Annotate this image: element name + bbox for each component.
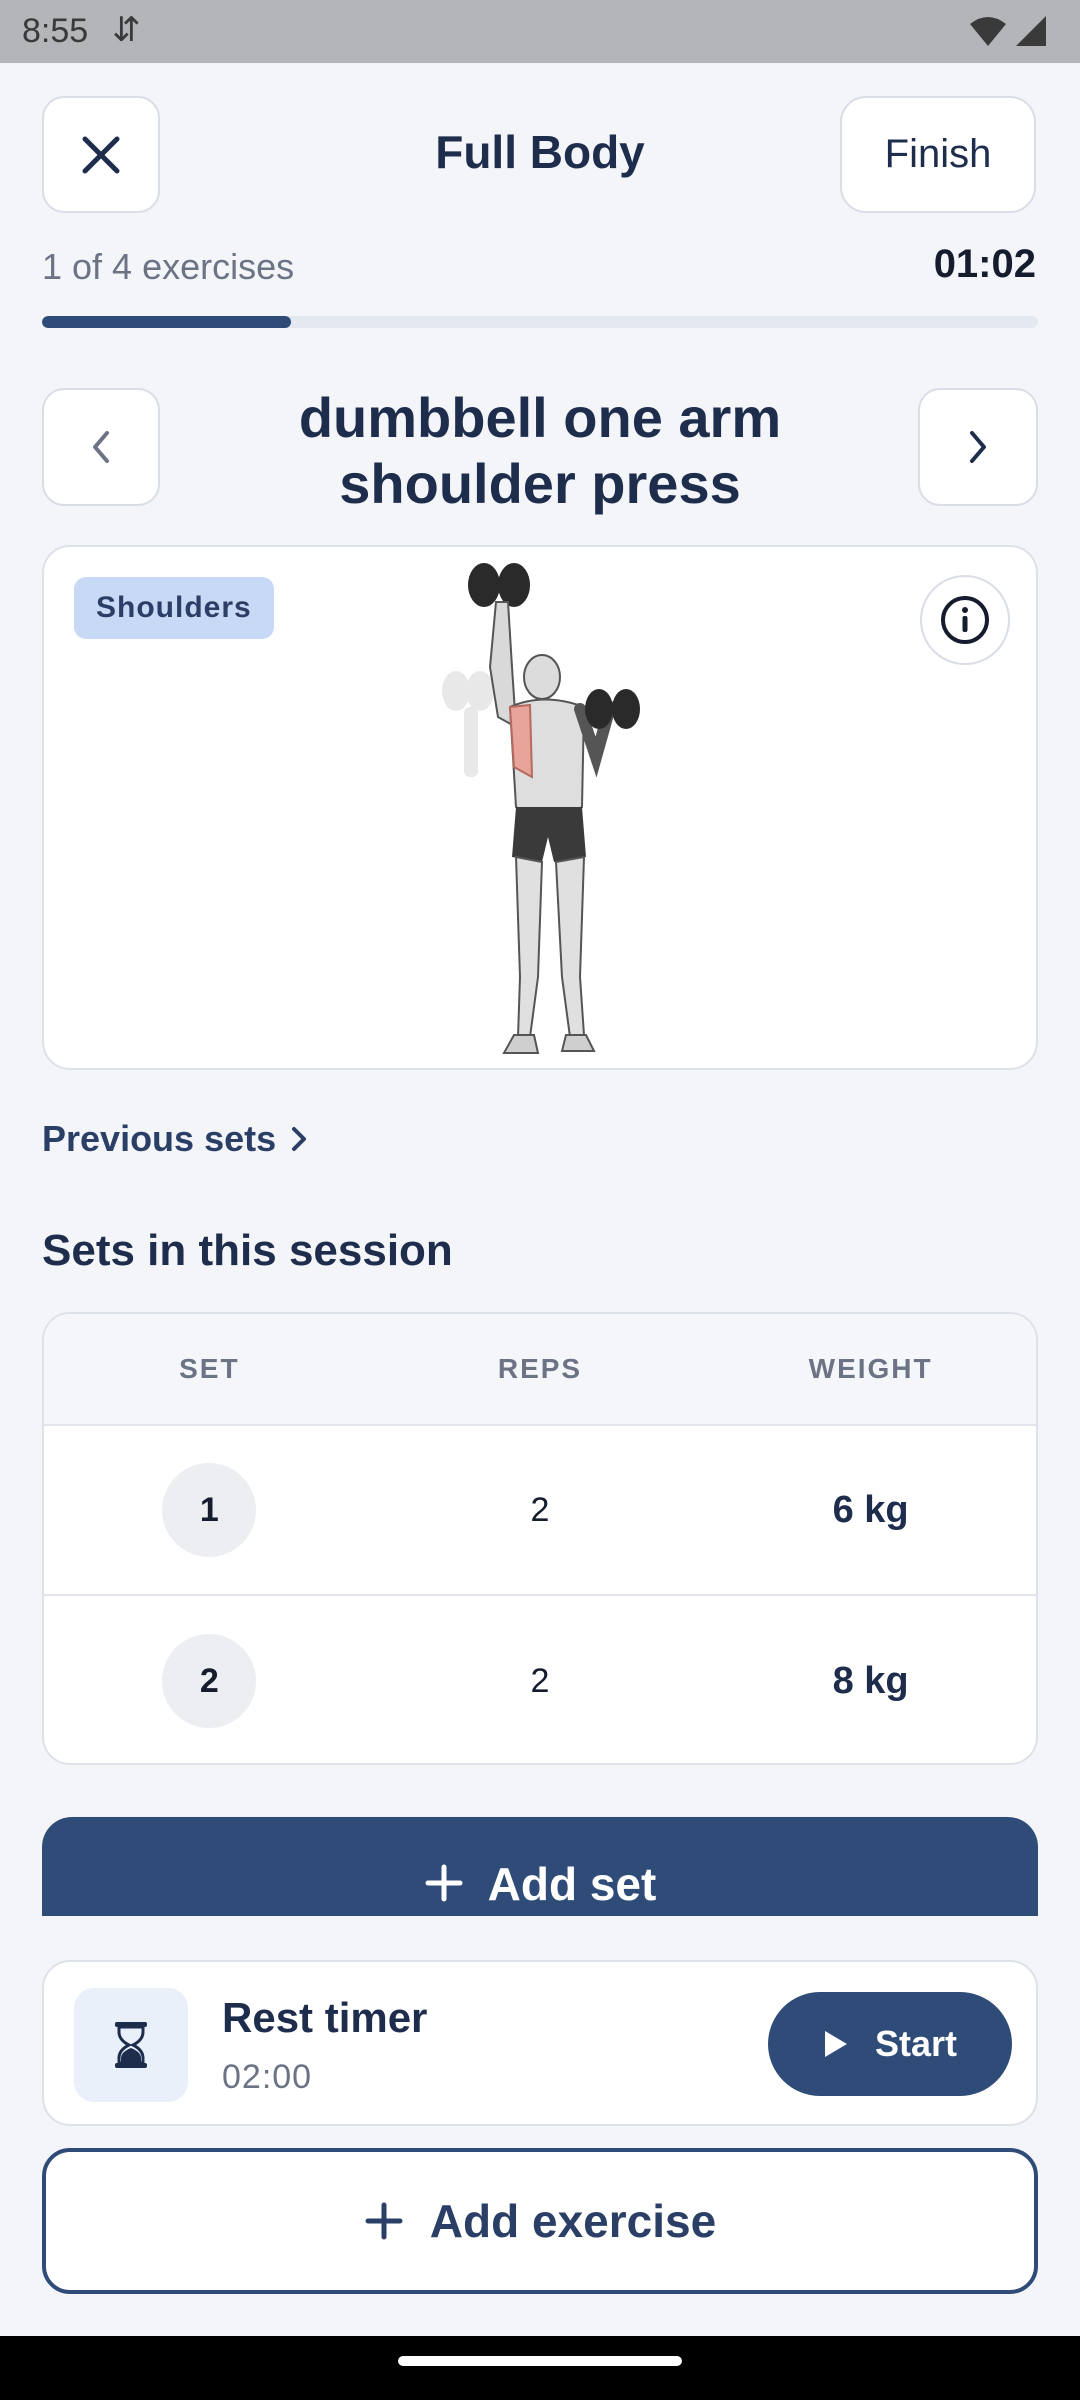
workout-title: Full Body xyxy=(435,126,645,178)
set-number: 1 xyxy=(162,1463,257,1557)
hourglass-icon-box xyxy=(74,1988,188,2102)
wifi-icon xyxy=(970,17,1006,46)
exercise-image-card: Shoulders xyxy=(42,545,1038,1070)
hourglass-icon xyxy=(115,2022,147,2068)
workout-timer: 01:02 xyxy=(933,242,1036,286)
sets-table: SET REPS WEIGHT 1 2 6 kg 2 2 8 kg xyxy=(42,1312,1038,1765)
table-header: SET REPS WEIGHT xyxy=(44,1314,1036,1426)
rest-timer-card: Rest timer 02:00 Start xyxy=(42,1960,1038,2126)
reps-value: 2 xyxy=(530,1490,550,1529)
chevron-left-icon xyxy=(93,431,109,463)
rest-timer-duration: 02:00 xyxy=(222,2058,313,2096)
chevron-right-icon xyxy=(292,1127,307,1151)
reps-value: 2 xyxy=(530,1661,550,1700)
sets-section-title: Sets in this session xyxy=(42,1226,453,1275)
exercise-title-line-2: shoulder press xyxy=(339,452,741,515)
exercise-title-line-1: dumbbell one arm xyxy=(298,386,782,449)
progress-label: 1 of 4 exercises xyxy=(42,246,295,287)
close-button[interactable] xyxy=(42,96,160,213)
play-icon xyxy=(824,2031,847,2057)
table-row[interactable]: 1 2 6 kg xyxy=(44,1426,1036,1596)
previous-exercise-button[interactable] xyxy=(42,388,160,506)
home-indicator[interactable] xyxy=(398,2356,682,2366)
info-button[interactable] xyxy=(920,575,1010,665)
plus-icon xyxy=(425,1864,463,1902)
add-exercise-button[interactable]: Add exercise xyxy=(42,2148,1038,2294)
signal-icon xyxy=(1016,16,1046,46)
set-number: 2 xyxy=(162,1634,257,1728)
column-header-reps: REPS xyxy=(497,1353,583,1384)
weight-value: 6 kg xyxy=(832,1488,909,1531)
rest-timer-title: Rest timer xyxy=(222,1994,428,2041)
table-row[interactable]: 2 2 8 kg xyxy=(44,1596,1036,1763)
status-time: 8:55 xyxy=(22,12,89,50)
column-header-set: SET xyxy=(179,1353,240,1384)
progress-bar xyxy=(42,316,1038,328)
progress-fill xyxy=(42,316,291,328)
status-icons xyxy=(968,14,1048,48)
exercise-title: dumbbell one arm shoulder press xyxy=(190,385,890,517)
muscle-badge: Shoulders xyxy=(74,577,274,639)
start-label: Start xyxy=(874,2023,958,2064)
sync-icon: ⇵ xyxy=(112,11,141,49)
info-icon xyxy=(941,596,989,644)
finish-button[interactable]: Finish xyxy=(840,96,1036,213)
next-exercise-button[interactable] xyxy=(918,388,1038,506)
previous-sets-link[interactable]: Previous sets xyxy=(42,1118,308,1160)
weight-value: 8 kg xyxy=(832,1659,909,1702)
column-header-weight: WEIGHT xyxy=(808,1353,933,1384)
status-bar: 8:55 ⇵ xyxy=(0,0,1080,63)
chevron-right-icon xyxy=(970,431,986,463)
plus-icon xyxy=(365,2202,403,2240)
close-icon xyxy=(82,136,120,173)
add-exercise-label: Add exercise xyxy=(429,2195,717,2247)
system-navigation-bar xyxy=(0,2336,1080,2400)
start-rest-timer-button[interactable]: Start xyxy=(768,1992,1012,2096)
exercise-illustration xyxy=(442,563,640,1054)
previous-sets-label: Previous sets xyxy=(42,1118,277,1159)
